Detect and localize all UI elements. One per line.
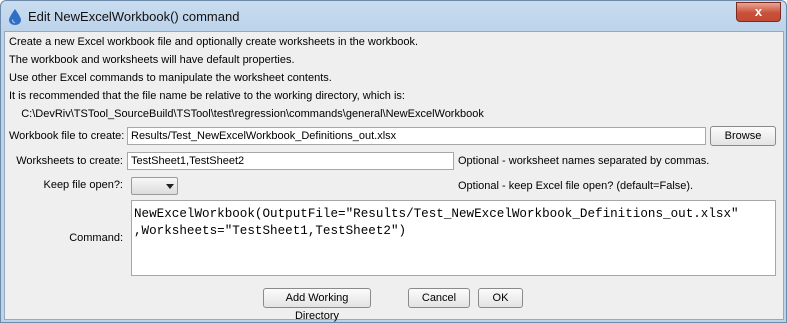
workbook-file-label: Workbook file to create: (9, 130, 125, 142)
workbook-file-input[interactable]: Results/Test_NewExcelWorkbook_Definition… (127, 127, 706, 145)
keep-open-select[interactable] (131, 177, 178, 195)
worksheets-note: Optional - worksheet names separated by … (458, 155, 710, 167)
dialog-content: Create a new Excel workbook file and opt… (4, 31, 784, 322)
close-button[interactable]: x (736, 2, 781, 22)
description-line-2: The workbook and worksheets will have de… (9, 54, 295, 66)
window-title: Edit NewExcelWorkbook() command (28, 9, 240, 24)
title-bar[interactable]: Edit NewExcelWorkbook() command x (1, 1, 786, 31)
chevron-down-icon (166, 184, 174, 189)
command-line-1: NewExcelWorkbook(OutputFile="Results/Tes… (134, 207, 739, 221)
command-label: Command: (69, 232, 123, 244)
cancel-button[interactable]: Cancel (408, 288, 470, 308)
command-textarea[interactable]: NewExcelWorkbook(OutputFile="Results/Tes… (131, 200, 776, 276)
worksheets-input[interactable]: TestSheet1,TestSheet2 (127, 152, 454, 170)
close-icon: x (754, 4, 763, 19)
ok-button[interactable]: OK (478, 288, 523, 308)
description-line-1: Create a new Excel workbook file and opt… (9, 36, 419, 48)
browse-button[interactable]: Browse (710, 126, 776, 146)
add-working-directory-button[interactable]: Add Working Directory (263, 288, 371, 322)
description-line-4: It is recommended that the file name be … (9, 90, 405, 102)
command-line-2: ,Worksheets="TestSheet1,TestSheet2") (134, 224, 407, 238)
worksheets-label: Worksheets to create: (16, 155, 123, 167)
description-line-3: Use other Excel commands to manipulate t… (9, 72, 332, 84)
keep-open-note: Optional - keep Excel file open? (defaul… (458, 180, 694, 192)
working-directory-path: C:\DevRiv\TSTool_SourceBuild\TSTool\test… (9, 108, 484, 120)
dialog-window: Edit NewExcelWorkbook() command x Create… (0, 0, 787, 323)
keep-open-label: Keep file open?: (43, 179, 123, 191)
water-drop-icon (9, 9, 21, 25)
